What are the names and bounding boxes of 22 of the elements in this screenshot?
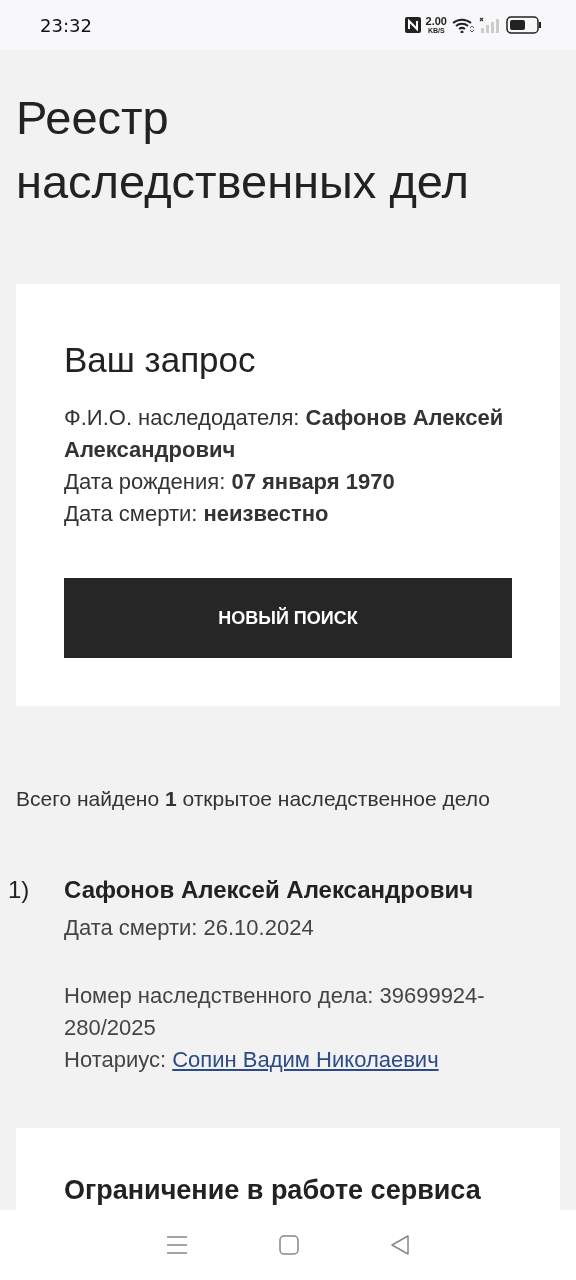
query-detail: Дата рождения: 07 января 1970: [64, 468, 396, 496]
notary-line: Нотариус: Сопин Вадим Николаевич: [64, 1046, 440, 1074]
notary-link[interactable]: Сопин Вадим Николаевич: [172, 1047, 439, 1072]
query-detail: Ф.И.О. наследодателя: Сафонов Алексей Александрович: [64, 404, 505, 464]
results-summary: Всего найдено 1 открытое наследственное дело: [16, 786, 491, 812]
result-number: 1): [8, 875, 31, 905]
notice-title: Ограничение в работе сервиса: [64, 1174, 482, 1207]
nfc-icon: [404, 17, 421, 33]
signal-icon: [479, 17, 501, 33]
case-number: Номер наследственного дела: 39699924-280/2025: [64, 982, 486, 1042]
card-title: Ваш запрос: [64, 339, 257, 381]
query-detail: Дата смерти: неизвестно: [64, 500, 330, 528]
battery-icon: [506, 16, 542, 34]
deceased-name: Сафонов Алексей Александрович: [64, 875, 475, 905]
home-icon[interactable]: [279, 1235, 299, 1255]
back-icon[interactable]: [390, 1235, 411, 1255]
clock: 23:32: [40, 14, 92, 36]
wifi-icon: [452, 17, 474, 33]
menu-icon[interactable]: [165, 1235, 188, 1255]
page-title: Реестр наследственных дел: [16, 90, 470, 210]
death-date: Дата смерти: 26.10.2024: [64, 914, 315, 942]
new-search-button[interactable]: НОВЫЙ ПОИСК: [64, 578, 512, 658]
